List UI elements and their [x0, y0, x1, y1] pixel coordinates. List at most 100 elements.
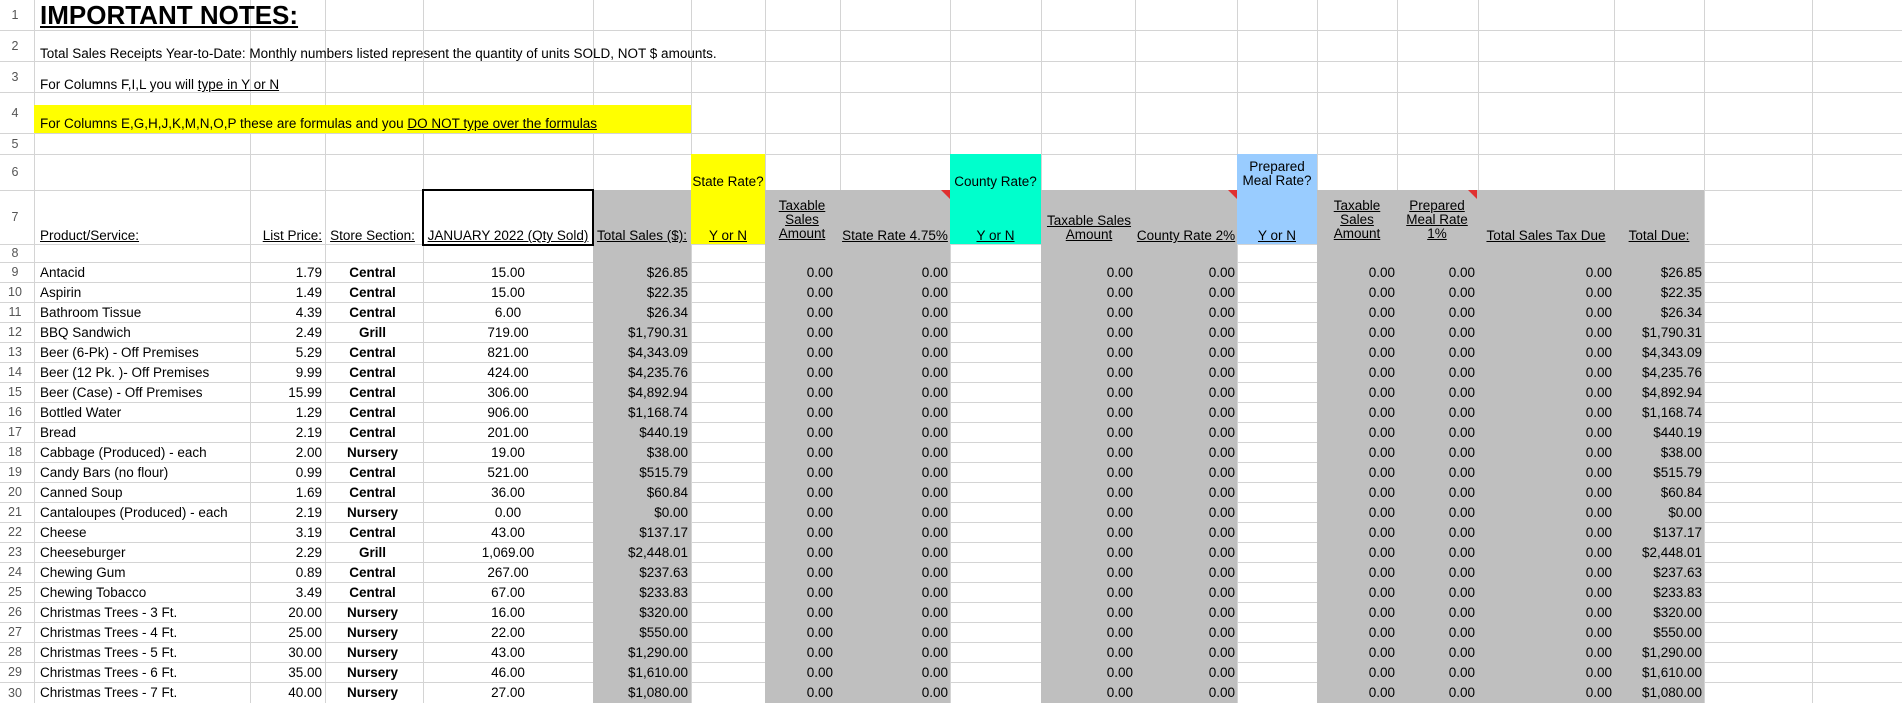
row-number[interactable]: 3 [0, 70, 30, 84]
meal-tax-cell[interactable]: 0.00 [1397, 466, 1475, 480]
product-cell[interactable]: Bathroom Tissue [40, 306, 245, 320]
store-section-cell[interactable]: Central [325, 306, 420, 320]
taxable-state-cell[interactable]: 0.00 [765, 646, 833, 660]
county-tax-cell[interactable]: 0.00 [1135, 626, 1235, 640]
product-cell[interactable]: Beer (6-Pk) - Off Premises [40, 346, 245, 360]
taxable-state-cell[interactable]: 0.00 [765, 426, 833, 440]
store-section-cell[interactable]: Central [325, 346, 420, 360]
state-tax-cell[interactable]: 0.00 [840, 426, 948, 440]
qty-sold-cell[interactable]: 821.00 [423, 346, 593, 360]
tax-due-cell[interactable]: 0.00 [1478, 666, 1612, 680]
comment-marker[interactable] [1468, 190, 1477, 199]
meal-tax-cell[interactable]: 0.00 [1397, 266, 1475, 280]
state-tax-cell[interactable]: 0.00 [840, 666, 948, 680]
list-price-cell[interactable]: 2.19 [250, 506, 322, 520]
taxable-state-cell[interactable]: 0.00 [765, 626, 833, 640]
taxable-meal-cell[interactable]: 0.00 [1317, 266, 1395, 280]
total-due-cell[interactable]: $237.63 [1614, 566, 1702, 580]
total-sales-cell[interactable]: $4,892.94 [593, 386, 688, 400]
taxable-county-cell[interactable]: 0.00 [1041, 406, 1133, 420]
total-sales-cell[interactable]: $60.84 [593, 486, 688, 500]
meal-tax-cell[interactable]: 0.00 [1397, 566, 1475, 580]
row-number[interactable]: 30 [0, 686, 30, 700]
list-price-cell[interactable]: 15.99 [250, 386, 322, 400]
store-section-cell[interactable]: Nursery [325, 666, 420, 680]
taxable-meal-cell[interactable]: 0.00 [1317, 286, 1395, 300]
total-due-cell[interactable]: $1,290.00 [1614, 646, 1702, 660]
row-number[interactable]: 13 [0, 345, 30, 359]
taxable-county-cell[interactable]: 0.00 [1041, 366, 1133, 380]
state-tax-cell[interactable]: 0.00 [840, 506, 948, 520]
row-number[interactable]: 9 [0, 265, 30, 279]
state-tax-cell[interactable]: 0.00 [840, 546, 948, 560]
product-cell[interactable]: Christmas Trees - 4 Ft. [40, 626, 245, 640]
county-tax-cell[interactable]: 0.00 [1135, 566, 1235, 580]
meal-tax-cell[interactable]: 0.00 [1397, 326, 1475, 340]
qty-sold-cell[interactable]: 46.00 [423, 666, 593, 680]
total-sales-cell[interactable]: $320.00 [593, 606, 688, 620]
row-number[interactable]: 23 [0, 545, 30, 559]
list-price-cell[interactable]: 1.49 [250, 286, 322, 300]
qty-sold-cell[interactable]: 521.00 [423, 466, 593, 480]
total-sales-cell[interactable]: $440.19 [593, 426, 688, 440]
taxable-meal-cell[interactable]: 0.00 [1317, 626, 1395, 640]
total-due-cell[interactable]: $26.85 [1614, 266, 1702, 280]
qty-sold-cell[interactable]: 43.00 [423, 526, 593, 540]
total-due-cell[interactable]: $4,235.76 [1614, 366, 1702, 380]
total-due-cell[interactable]: $2,448.01 [1614, 546, 1702, 560]
tax-due-cell[interactable]: 0.00 [1478, 406, 1612, 420]
taxable-meal-cell[interactable]: 0.00 [1317, 346, 1395, 360]
taxable-meal-cell[interactable]: 0.00 [1317, 566, 1395, 580]
total-due-cell[interactable]: $1,080.00 [1614, 686, 1702, 700]
meal-tax-cell[interactable]: 0.00 [1397, 526, 1475, 540]
tax-due-cell[interactable]: 0.00 [1478, 486, 1612, 500]
qty-sold-cell[interactable]: 6.00 [423, 306, 593, 320]
store-section-cell[interactable]: Central [325, 466, 420, 480]
row-number[interactable]: 10 [0, 285, 30, 299]
total-due-cell[interactable]: $137.17 [1614, 526, 1702, 540]
county-tax-cell[interactable]: 0.00 [1135, 606, 1235, 620]
qty-sold-cell[interactable]: 16.00 [423, 606, 593, 620]
row-number[interactable]: 20 [0, 485, 30, 499]
row-number[interactable]: 5 [0, 137, 30, 151]
list-price-cell[interactable]: 0.89 [250, 566, 322, 580]
taxable-meal-cell[interactable]: 0.00 [1317, 586, 1395, 600]
taxable-county-cell[interactable]: 0.00 [1041, 426, 1133, 440]
state-tax-cell[interactable]: 0.00 [840, 646, 948, 660]
total-due-cell[interactable]: $38.00 [1614, 446, 1702, 460]
row-number[interactable]: 19 [0, 465, 30, 479]
list-price-cell[interactable]: 1.29 [250, 406, 322, 420]
row-number[interactable]: 24 [0, 565, 30, 579]
row-number[interactable]: 28 [0, 645, 30, 659]
product-cell[interactable]: Beer (12 Pk. )- Off Premises [40, 366, 245, 380]
store-section-cell[interactable]: Central [325, 366, 420, 380]
product-cell[interactable]: Christmas Trees - 3 Ft. [40, 606, 245, 620]
tax-due-cell[interactable]: 0.00 [1478, 306, 1612, 320]
total-sales-cell[interactable]: $4,343.09 [593, 346, 688, 360]
total-due-cell[interactable]: $440.19 [1614, 426, 1702, 440]
product-cell[interactable]: Christmas Trees - 7 Ft. [40, 686, 245, 700]
state-tax-cell[interactable]: 0.00 [840, 606, 948, 620]
county-tax-cell[interactable]: 0.00 [1135, 506, 1235, 520]
taxable-meal-cell[interactable]: 0.00 [1317, 366, 1395, 380]
product-cell[interactable]: Candy Bars (no flour) [40, 466, 245, 480]
list-price-cell[interactable]: 2.29 [250, 546, 322, 560]
list-price-cell[interactable]: 1.79 [250, 266, 322, 280]
county-tax-cell[interactable]: 0.00 [1135, 366, 1235, 380]
row-number[interactable]: 2 [0, 39, 30, 53]
store-section-cell[interactable]: Nursery [325, 686, 420, 700]
list-price-cell[interactable]: 5.29 [250, 346, 322, 360]
row-number[interactable]: 27 [0, 625, 30, 639]
product-cell[interactable]: Aspirin [40, 286, 245, 300]
state-tax-cell[interactable]: 0.00 [840, 266, 948, 280]
meal-tax-cell[interactable]: 0.00 [1397, 606, 1475, 620]
county-tax-cell[interactable]: 0.00 [1135, 326, 1235, 340]
county-tax-cell[interactable]: 0.00 [1135, 546, 1235, 560]
state-tax-cell[interactable]: 0.00 [840, 386, 948, 400]
store-section-cell[interactable]: Central [325, 586, 420, 600]
total-sales-cell[interactable]: $4,235.76 [593, 366, 688, 380]
tax-due-cell[interactable]: 0.00 [1478, 266, 1612, 280]
total-sales-cell[interactable]: $1,080.00 [593, 686, 688, 700]
row-number[interactable]: 18 [0, 445, 30, 459]
meal-tax-cell[interactable]: 0.00 [1397, 626, 1475, 640]
